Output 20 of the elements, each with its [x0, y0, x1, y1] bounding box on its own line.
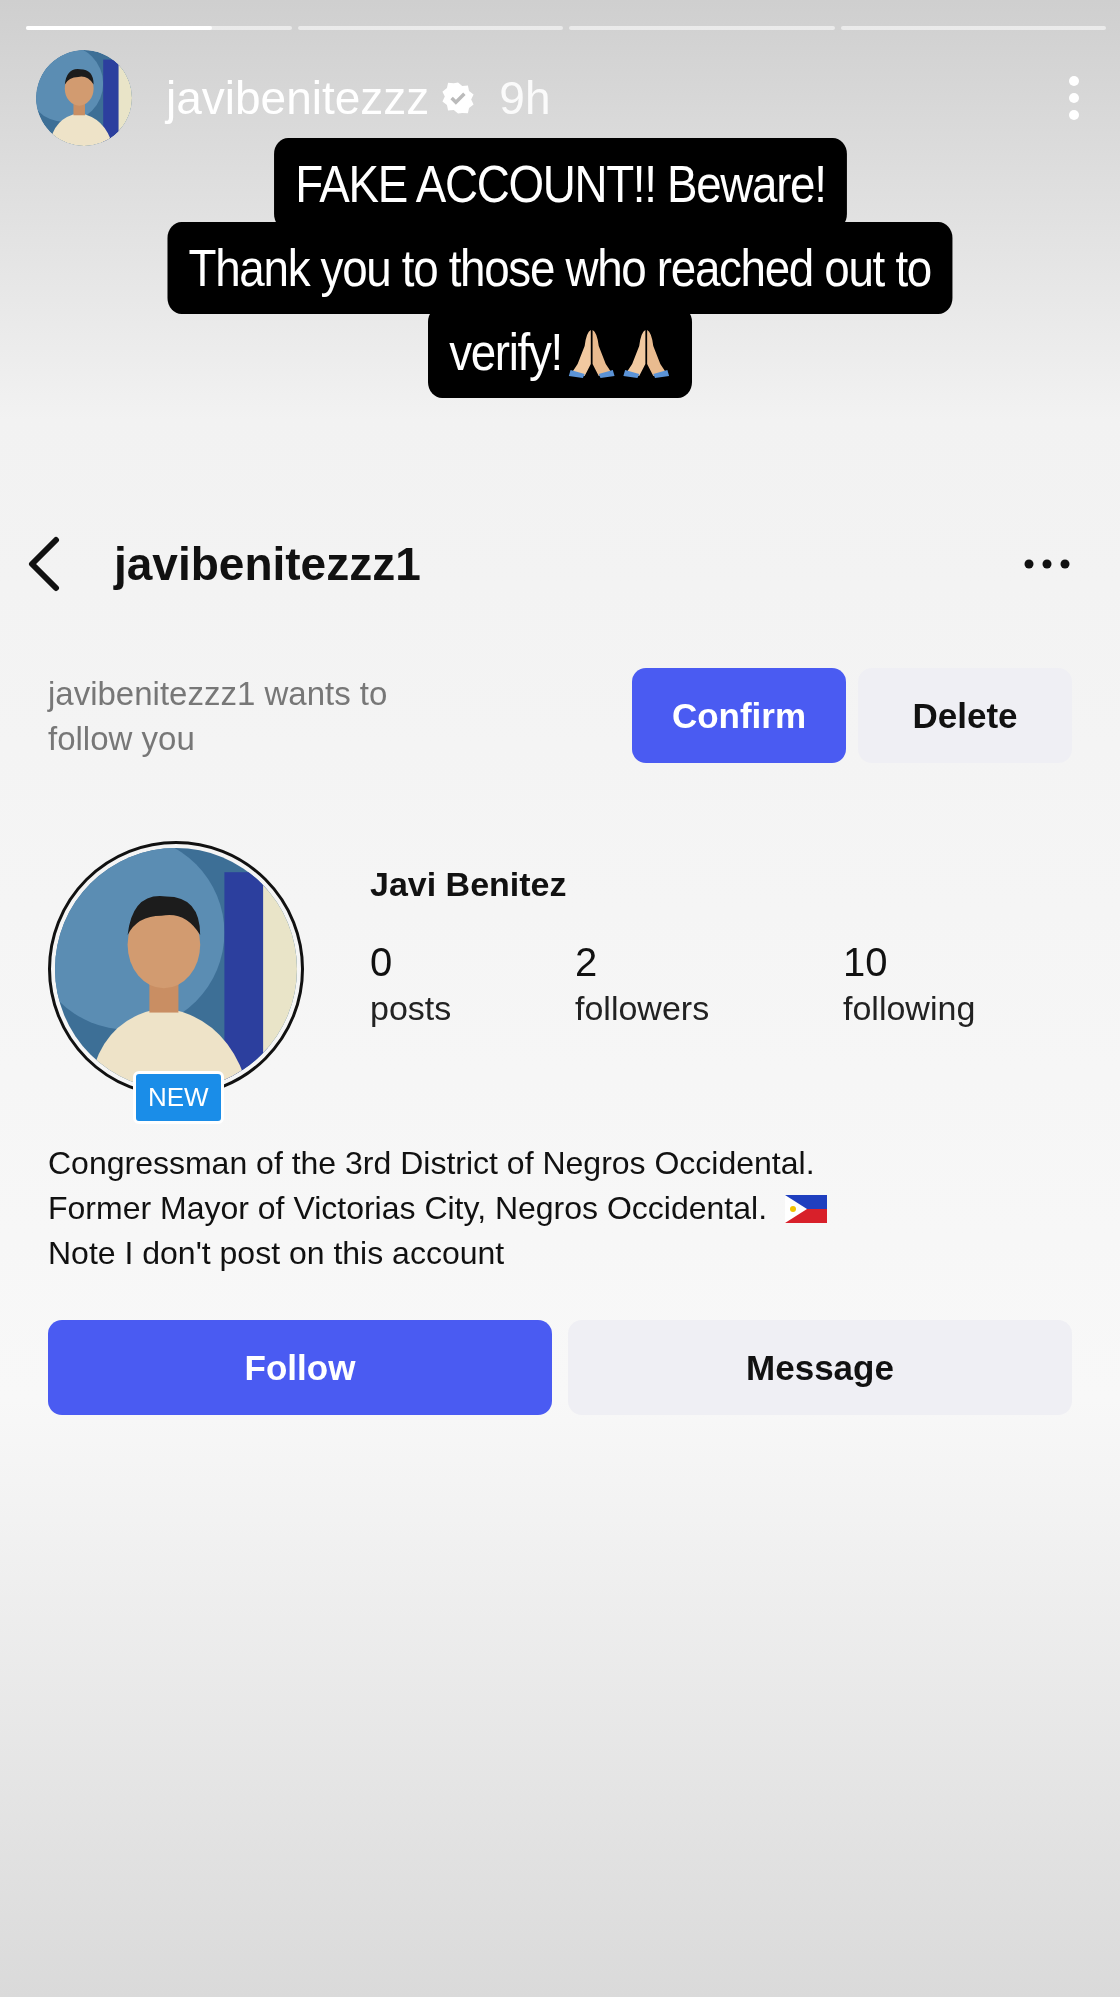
- message-button[interactable]: Message: [568, 1320, 1072, 1415]
- follow-request-text: javibenitezzz1 wants to follow you: [48, 673, 389, 759]
- bio-line: Congressman of the 3rd District of Negros Occidental.: [48, 1144, 815, 1183]
- more-options-icon[interactable]: [1024, 559, 1070, 569]
- stat-label: posts: [370, 989, 453, 1028]
- profile-username: javibenitezzz1: [114, 537, 421, 591]
- bio-line: Note I don't post on this account: [48, 1234, 505, 1273]
- stat-value: 0: [370, 940, 394, 985]
- back-icon[interactable]: [26, 536, 60, 592]
- delete-button[interactable]: Delete: [858, 668, 1072, 763]
- profile-name: Javi Benitez: [370, 865, 568, 904]
- confirm-button[interactable]: Confirm: [632, 668, 846, 763]
- flag-icon: [785, 1194, 828, 1223]
- new-badge: NEW: [133, 1071, 224, 1124]
- bio-line: Former Mayor of Victorias City, Negros Occidental.: [48, 1189, 768, 1228]
- stat-label: following: [843, 989, 977, 1028]
- stat-label: followers: [575, 989, 711, 1028]
- stat-value: 10: [843, 940, 889, 985]
- stat-value: 2: [575, 940, 599, 985]
- follow-button[interactable]: Follow: [48, 1320, 552, 1415]
